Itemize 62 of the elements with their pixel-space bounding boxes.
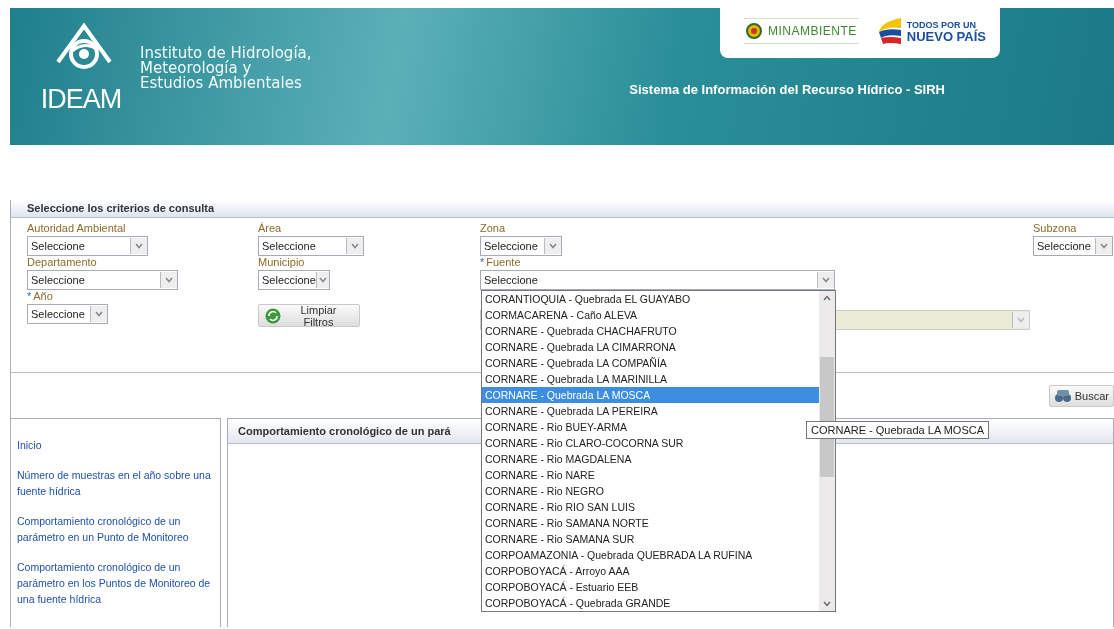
dropdown-select[interactable]: Seleccione — [27, 236, 148, 256]
dropdown-select[interactable]: Seleccione — [258, 236, 364, 256]
sidebar-link[interactable]: Comportamiento cronológico de un parámetro en los Puntos de Monitoreo de una fuente hídrica — [11, 559, 220, 621]
dropdown-option[interactable]: CORNARE - Quebrada LA COMPAÑÍA — [482, 355, 819, 371]
field-label: Fuente — [486, 256, 521, 268]
slogan-text: TODOS POR UN NUEVO PAÍS — [906, 19, 986, 43]
dropdown-option[interactable]: CORANTIOQUIA - Quebrada EL GUAYABO — [482, 291, 819, 307]
dropdown-option[interactable]: CORPOAMAZONIA - Quebrada QUEBRADA LA RUFINA — [482, 547, 819, 563]
dropdown-option[interactable]: CORNARE - Quebrada CHACHAFRUTO — [482, 323, 819, 339]
panel-title: Seleccione los criterios de consulta — [11, 200, 1114, 218]
chevron-down-icon — [1100, 243, 1108, 249]
search-button[interactable]: Buscar — [1048, 385, 1114, 407]
field-label: Subzona — [1033, 222, 1077, 234]
dropdown-option[interactable]: CORNARE - Quebrada LA MARINILLA — [482, 371, 819, 387]
dropdown-option[interactable]: CORNARE - Quebrada LA PEREIRA — [482, 403, 819, 419]
dropdown-select[interactable]: Seleccione — [27, 270, 178, 290]
chevron-down-icon — [549, 243, 557, 249]
chevron-down-icon — [1017, 317, 1025, 323]
dropdown-select[interactable]: Seleccione — [1033, 236, 1113, 256]
chevron-down-icon — [135, 243, 143, 249]
field-label: Área — [258, 222, 282, 234]
dropdown-option[interactable]: CORPOBOYACÁ - Arroyo AAA — [482, 563, 819, 579]
dropdown-select[interactable]: Seleccione — [27, 304, 108, 324]
field-label: Departamento — [27, 256, 97, 268]
dropdown-option[interactable]: CORNARE - Rio SAMANA NORTE — [482, 515, 819, 531]
logo-text: IDEAM — [40, 84, 122, 114]
refresh-icon — [265, 307, 281, 324]
chevron-down-icon — [318, 277, 327, 283]
chevron-up-icon — [823, 295, 831, 301]
dropdown-select[interactable]: Seleccione — [480, 236, 562, 256]
clear-filters-button[interactable]: Limpiar Filtros — [258, 304, 360, 327]
dropdown-option[interactable]: CORPOBOYACÁ - Quebrada GRANDE — [482, 595, 819, 611]
dropdown-option[interactable]: CORNARE - Rio NEGRO — [482, 483, 819, 499]
field-label: Autoridad Ambiental — [27, 222, 126, 234]
flag-swoosh-icon — [876, 16, 903, 46]
required-mark: * — [480, 256, 485, 268]
dropdown-option[interactable]: CORNARE - Rio MAGDALENA — [482, 451, 819, 467]
tooltip: CORNARE - Quebrada LA MOSCA — [806, 421, 989, 439]
dropdown-option[interactable]: CORMACARENA - Caño ALEVA — [482, 307, 819, 323]
dropdown-option[interactable]: CORNARE - Rio RIO SAN LUIS — [482, 499, 819, 515]
system-title: Sistema de Información del Recurso Hídrico - SIRH — [629, 82, 945, 97]
ministry-name: MINAMBIENTE — [767, 24, 857, 38]
chevron-down-icon — [165, 277, 173, 283]
chevron-down-icon — [823, 601, 831, 607]
sidebar-link[interactable]: Inicio — [11, 437, 220, 467]
dropdown-option[interactable]: CORNARE - Quebrada LA CIMARRONA — [482, 339, 819, 355]
sidebar-link[interactable]: Número de muestras en el año sobre una fuente hídrica — [11, 467, 220, 513]
chevron-down-icon — [95, 311, 103, 317]
dropdown-select[interactable]: Seleccione — [258, 270, 330, 290]
binoculars-icon — [1053, 389, 1072, 403]
field-label: Zona — [480, 222, 506, 234]
dropdown-option[interactable]: CORNARE - Rio NARE — [482, 467, 819, 483]
dropdown-option[interactable]: CORNARE - Rio SAMANA SUR — [482, 531, 819, 547]
dropdown-option[interactable]: CORPOBOYACÁ - Estuario EEB — [482, 579, 819, 595]
sidebar-link[interactable]: Comportamiento cronológico de un parámetro en un Punto de Monitoreo — [11, 513, 220, 559]
field-label: Año — [33, 290, 53, 302]
institute-name: Instituto de Hidrología, Meteorología y Estudios Ambientales — [140, 46, 313, 91]
chevron-down-icon — [822, 277, 830, 283]
coat-of-arms-icon — [745, 23, 762, 39]
chevron-down-icon — [351, 243, 359, 249]
required-mark: * — [27, 290, 32, 302]
field-label: Municipio — [258, 256, 305, 268]
